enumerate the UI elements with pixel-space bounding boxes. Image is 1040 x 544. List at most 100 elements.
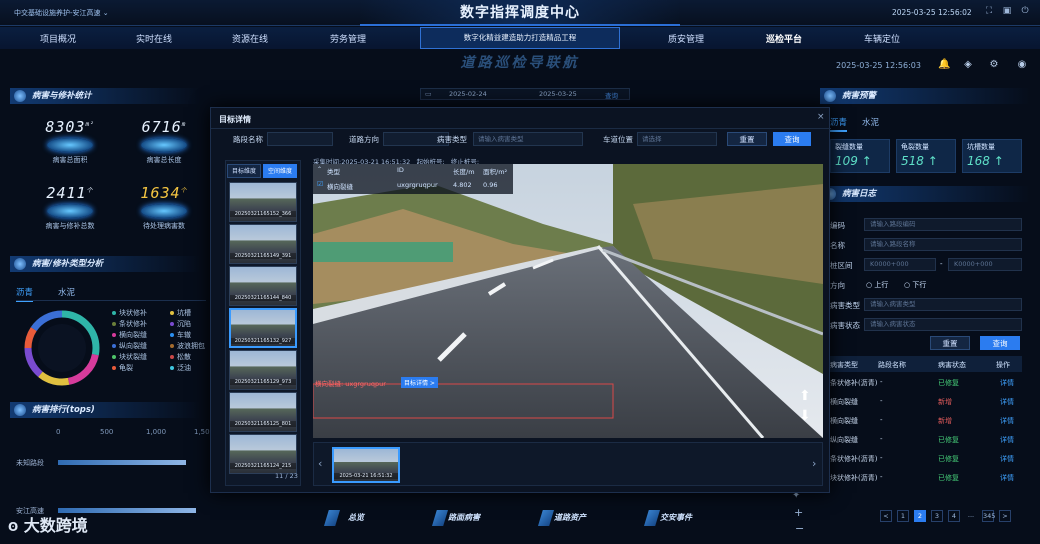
reset-button[interactable]: 重置 [727, 132, 767, 146]
chevron-right-icon[interactable]: › [812, 457, 816, 470]
date-query-button[interactable]: 查询 [605, 90, 618, 100]
tab-target-view[interactable]: 目标维度 [227, 164, 261, 178]
thumbnail[interactable]: 20250321165125_801 [229, 392, 297, 432]
legend-item[interactable]: 横向裂缝 [112, 330, 147, 340]
nav-item-inspection[interactable]: 巡检平台 [766, 32, 802, 45]
cell-op[interactable]: 详情 [1000, 416, 1014, 426]
query-button-right[interactable]: 查询 [980, 336, 1020, 350]
date-end[interactable]: 2025-03-25 [539, 90, 577, 98]
thumbnail[interactable]: 20250321165132_927 [229, 308, 297, 348]
annotation-detail-link[interactable]: 目标详情 > [401, 377, 438, 388]
road-select[interactable] [267, 132, 333, 146]
filmstrip: ‹ 2025-03-21 16:51:32 › [313, 442, 823, 486]
annotation-label: 横向裂缝: uxgrgruqpur [315, 380, 386, 388]
dock-assets[interactable]: 道路资产 [534, 508, 606, 528]
cell-op[interactable]: 详情 [1000, 473, 1014, 483]
modal-title: 目标详情 [219, 115, 251, 124]
nav-item-project[interactable]: 项目概况 [40, 32, 76, 45]
legend-item[interactable]: 沉陷 [170, 319, 191, 329]
tab-space-view[interactable]: 空间维度 [263, 164, 297, 178]
legend-item[interactable]: 条状修补 [112, 319, 147, 329]
tab-asphalt-right[interactable]: 沥青 [830, 116, 848, 132]
legend-item[interactable]: 纵向裂缝 [112, 341, 147, 351]
legend-dot-icon [112, 366, 116, 370]
nav-item-quality[interactable]: 质安管理 [668, 32, 704, 45]
org-selector[interactable]: 中交基础设施养护-安江高速 ⌄ [14, 8, 109, 18]
page-button[interactable]: ... [965, 510, 977, 522]
cell-type: 块状修补(沥青) [830, 474, 878, 482]
table-row: 条状修补(沥青) - 已修复 详情 [828, 374, 1022, 393]
dock-events[interactable]: 交安事件 [640, 508, 712, 528]
legend-item[interactable]: 车辙 [170, 330, 191, 340]
nav-item-realtime[interactable]: 实时在线 [136, 32, 172, 45]
tab-cement[interactable]: 水泥 [58, 286, 75, 298]
dock-pavement[interactable]: 路面病害 [428, 508, 500, 528]
cell-op[interactable]: 详情 [1000, 378, 1014, 388]
bell-icon[interactable]: 🔔 [938, 59, 950, 71]
tab-cement-right[interactable]: 水泥 [862, 116, 879, 128]
legend-item[interactable]: 泛油 [170, 363, 191, 373]
cell-op[interactable]: 详情 [1000, 454, 1014, 464]
fullscreen-icon[interactable]: ⛶ [984, 6, 994, 16]
legend-item[interactable]: 波浪拥包 [170, 341, 205, 351]
name-input[interactable]: 请输入路段名称 [864, 238, 1022, 251]
power-icon[interactable]: ⏻ [1020, 6, 1030, 16]
road-image[interactable]: ⌃ 类型 ID 长度/m 面积/m² ☑ 横向裂缝 uxgrgruqpur 4.… [313, 164, 823, 438]
lane-select[interactable]: 请选择 [637, 132, 717, 146]
arrow-down-icon[interactable]: ⬇ [799, 408, 811, 424]
legend-item[interactable]: 块状修补 [112, 308, 147, 318]
close-icon[interactable]: × [817, 112, 825, 122]
date-range-filter[interactable]: ▭ 2025-02-24 2025-03-25 查询 [420, 88, 630, 100]
legend-item[interactable]: 坑槽 [170, 308, 191, 318]
page-button[interactable]: > [999, 510, 1011, 522]
legend-item[interactable]: 松散 [170, 352, 191, 362]
cell-op[interactable]: 详情 [1000, 397, 1014, 407]
row-checkbox[interactable]: ☑ [317, 180, 323, 188]
date-start[interactable]: 2025-02-24 [449, 90, 487, 98]
query-button[interactable]: 查询 [773, 132, 811, 146]
filmstrip-thumb[interactable]: 2025-03-21 16:51:32 [332, 447, 400, 483]
page-button[interactable]: 1 [897, 510, 909, 522]
type-select[interactable]: 请输入病害类型 [864, 298, 1022, 311]
chevron-left-icon[interactable]: ‹ [318, 457, 322, 470]
nav-item-labor[interactable]: 劳务管理 [330, 32, 366, 45]
settings-icon[interactable]: ⚙ [988, 59, 1000, 71]
thumbnail[interactable]: 20250321165124_215 [229, 434, 297, 474]
legend-item[interactable]: 块状裂缝 [112, 352, 147, 362]
page-button[interactable]: 345 [982, 510, 995, 522]
window-icon[interactable]: ▣ [1002, 6, 1012, 16]
zoom-in-icon[interactable]: + [794, 506, 803, 519]
code-input[interactable]: 请输入路段编码 [864, 218, 1022, 231]
range-end-input[interactable]: K0000+000 [948, 258, 1022, 271]
cell-type: 纵向裂缝 [830, 436, 858, 444]
layers-icon[interactable]: ◈ [962, 59, 974, 71]
legend-item[interactable]: 龟裂 [112, 363, 133, 373]
type-donut [24, 310, 100, 386]
type-input[interactable]: 请输入病害类型 [473, 132, 583, 146]
user-icon[interactable]: ◉ [1016, 59, 1028, 71]
page-button[interactable]: < [880, 510, 892, 522]
status-select[interactable]: 请输入病害状态 [864, 318, 1022, 331]
thumbnail[interactable]: 20250321165152_366 [229, 182, 297, 222]
stat-pending: 1634个 待处理病害数 [140, 184, 188, 230]
legend-dot-icon [170, 311, 174, 315]
arrow-up-icon[interactable]: ⬆ [799, 388, 811, 404]
thumbnail[interactable]: 20250321165149_391 [229, 224, 297, 264]
range-start-input[interactable]: K0000+000 [864, 258, 936, 271]
dock-overview[interactable]: 总览 [320, 508, 392, 528]
reset-button-right[interactable]: 重置 [930, 336, 970, 350]
page-button[interactable]: 2 [914, 510, 926, 522]
thumbnail[interactable]: 20250321165129_973 [229, 350, 297, 390]
zoom-out-icon[interactable]: − [795, 522, 804, 535]
nav-item-resources[interactable]: 资源在线 [232, 32, 268, 45]
thumbnail[interactable]: 20250321165144_840 [229, 266, 297, 306]
chevron-up-icon[interactable]: ⌃ [317, 166, 322, 173]
cell-op[interactable]: 详情 [1000, 435, 1014, 445]
direction-down-radio[interactable]: ○ 下行 [904, 280, 926, 290]
page-button[interactable]: 3 [931, 510, 943, 522]
nav-item-vehicle[interactable]: 车辆定位 [864, 32, 900, 45]
page-button[interactable]: 4 [948, 510, 960, 522]
thumbnail-caption: 20250321165132_927 [231, 338, 295, 344]
direction-up-radio[interactable]: ○ 上行 [866, 280, 888, 290]
thumbnail-caption: 20250321165144_840 [230, 295, 296, 301]
